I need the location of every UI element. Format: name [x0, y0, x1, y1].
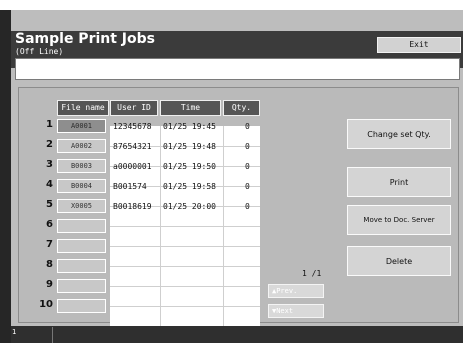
time-cell: 01/25 19:45 [163, 122, 216, 131]
user-id-cell: B001574 [113, 182, 147, 191]
qty-cell: 0 [245, 162, 250, 171]
grid-divider [160, 126, 161, 329]
row-number: 5 [46, 199, 53, 210]
print-button[interactable]: Print [347, 167, 451, 197]
time-cell: 01/25 19:50 [163, 162, 216, 171]
status-subtitle: (Off Line) [15, 47, 64, 56]
row-number: 8 [46, 259, 53, 270]
time-cell: 01/25 19:58 [163, 182, 216, 191]
status-divider [52, 327, 53, 343]
row-number: 1 [46, 119, 53, 130]
top-strip [0, 0, 463, 10]
qty-cell: 0 [245, 122, 250, 131]
row-number: 10 [39, 299, 53, 310]
file-button-4[interactable]: B0004 [57, 179, 106, 193]
user-id-cell: B0018619 [113, 202, 152, 211]
grid-divider [110, 226, 260, 227]
grid-divider [110, 306, 260, 307]
file-button-7[interactable] [57, 239, 106, 253]
user-id-cell: 87654321 [113, 142, 152, 151]
message-bar [15, 58, 460, 80]
user-id-cell: a0000001 [113, 162, 152, 171]
col-header-file-name: File name [57, 100, 109, 116]
col-header-user-id: User ID [110, 100, 158, 116]
prev-page-button[interactable]: ▲Prev. [268, 284, 324, 298]
delete-button[interactable]: Delete [347, 246, 451, 276]
row-number: 7 [46, 239, 53, 250]
page-indicator: 1 /1 [302, 269, 322, 278]
qty-cell: 0 [245, 182, 250, 191]
time-cell: 01/25 20:00 [163, 202, 216, 211]
file-button-9[interactable] [57, 279, 106, 293]
file-button-6[interactable] [57, 219, 106, 233]
screen: Sample Print Jobs (Off Line) Exit File n… [11, 10, 463, 329]
grid-divider [110, 266, 260, 267]
file-button-2[interactable]: A0002 [57, 139, 106, 153]
row-number: 2 [46, 139, 53, 150]
status-counter: 1 [12, 328, 17, 336]
jobs-grid [110, 126, 260, 329]
qty-cell: 0 [245, 142, 250, 151]
user-id-cell: 12345678 [113, 122, 152, 131]
row-number: 3 [46, 159, 53, 170]
col-header-qty: Qty. [223, 100, 260, 116]
grid-divider [110, 246, 260, 247]
move-to-doc-server-button[interactable]: Move to Doc. Server [347, 205, 451, 235]
file-button-1[interactable]: A0001 [57, 119, 106, 133]
qty-cell: 0 [245, 202, 250, 211]
row-number: 6 [46, 219, 53, 230]
file-button-3[interactable]: B0003 [57, 159, 106, 173]
exit-button[interactable]: Exit [377, 37, 461, 53]
change-qty-button[interactable]: Change set Qty. [347, 119, 451, 149]
bottom-status-bar [11, 326, 463, 343]
row-number: 4 [46, 179, 53, 190]
col-header-time: Time [160, 100, 221, 116]
file-button-10[interactable] [57, 299, 106, 313]
file-button-5[interactable]: X0005 [57, 199, 106, 213]
grid-divider [223, 126, 224, 329]
next-page-button[interactable]: ▼Next [268, 304, 324, 318]
row-number: 9 [46, 279, 53, 290]
file-button-8[interactable] [57, 259, 106, 273]
grid-divider [110, 286, 260, 287]
time-cell: 01/25 19:48 [163, 142, 216, 151]
page-title: Sample Print Jobs [15, 31, 155, 47]
